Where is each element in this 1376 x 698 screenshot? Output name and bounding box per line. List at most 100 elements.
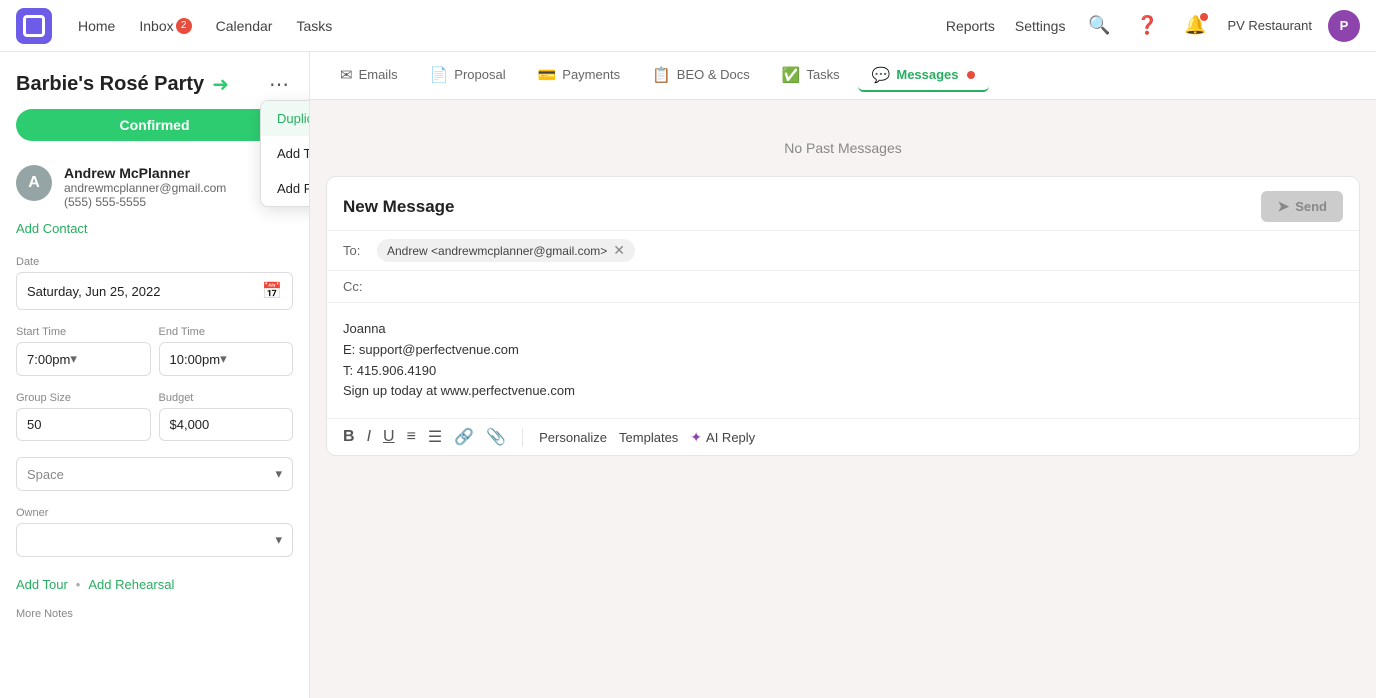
nav-links: Home Inbox2 Calendar Tasks [76,14,334,38]
tab-messages[interactable]: 💬 Messages [858,60,989,92]
compose-box: New Message ➤ Send To: Andrew <andrewmcp… [326,176,1360,456]
link-icon[interactable]: 🔗 [454,427,474,447]
nav-inbox[interactable]: Inbox2 [137,14,193,38]
search-icon: 🔍 [1088,15,1110,36]
search-button[interactable]: 🔍 [1083,10,1115,42]
layout: Barbie's Rosé Party ➜ ⋯ Duplicate Event … [0,52,1376,698]
add-tour-menu-item[interactable]: Add Tour [261,136,310,171]
tab-beo-docs[interactable]: 📋 BEO & Docs [638,60,764,92]
compose-to-row: To: Andrew <andrewmcplanner@gmail.com> ✕ [327,230,1359,270]
ai-reply-button[interactable]: ✦ AI Reply [690,429,755,446]
email-icon: ✉ [340,66,353,84]
space-field-group: Space ▾ [0,449,309,499]
personalize-button[interactable]: Personalize [539,430,607,445]
send-icon: ➤ [1277,198,1289,215]
nav-tasks[interactable]: Tasks [294,14,334,38]
remove-recipient-icon[interactable]: ✕ [613,242,625,259]
context-menu: Duplicate Event Add Tour Add Rehearsal [260,100,310,207]
tab-proposal[interactable]: 📄 Proposal [416,60,520,92]
help-button[interactable]: ❓ [1131,10,1163,42]
tab-bar: ✉ Emails 📄 Proposal 💳 Payments 📋 BEO & D… [310,52,1376,100]
templates-button[interactable]: Templates [619,430,678,445]
start-time-label: Start Time [16,326,151,338]
budget-col: Budget $4,000 [159,392,294,441]
recipient-email: Andrew <andrewmcplanner@gmail.com> [387,244,607,258]
body-line-3: T: 415.906.4190 [343,361,1343,382]
recipient-tag: Andrew <andrewmcplanner@gmail.com> ✕ [377,239,635,262]
compose-header: New Message ➤ Send [327,177,1359,230]
group-size-input[interactable]: 50 [16,408,151,441]
contact-email: andrewmcplanner@gmail.com [64,181,226,195]
body-line-2: E: support@perfectvenue.com [343,340,1343,361]
attachment-icon[interactable]: 📎 [486,427,506,447]
more-options-button[interactable]: ⋯ [265,68,293,101]
top-nav: Home Inbox2 Calendar Tasks Reports Setti… [0,0,1376,52]
restaurant-name[interactable]: PV Restaurant [1227,18,1312,33]
help-icon: ❓ [1136,15,1158,36]
payments-icon: 💳 [538,66,557,84]
confirmed-button[interactable]: Confirmed [16,109,293,141]
sidebar: Barbie's Rosé Party ➜ ⋯ Duplicate Event … [0,52,310,698]
start-time-chevron-down-icon: ▾ [70,351,77,367]
ai-icon: ✦ [690,429,702,446]
tasks-icon: ✅ [782,66,801,84]
compose-body[interactable]: Joanna E: support@perfectvenue.com T: 41… [327,302,1359,418]
arrow-icon: ➜ [212,72,229,97]
calendar-icon: 📅 [262,281,282,301]
nav-home[interactable]: Home [76,14,117,38]
add-tour-button[interactable]: Add Tour [16,577,68,592]
body-line-1: Joanna [343,319,1343,340]
tab-emails[interactable]: ✉ Emails [326,60,412,92]
messages-content: No Past Messages New Message ➤ Send To: … [310,100,1376,698]
add-rehearsal-button[interactable]: Add Rehearsal [88,577,174,592]
main-area: ✉ Emails 📄 Proposal 💳 Payments 📋 BEO & D… [310,52,1376,698]
nav-calendar[interactable]: Calendar [214,14,275,38]
size-budget-row: Group Size 50 Budget $4,000 [0,384,309,449]
add-contact-button[interactable]: Add Contact [0,217,309,248]
contact-phone: (555) 555-5555 [64,195,226,209]
nav-right: Reports Settings 🔍 ❓ 🔔 PV Restaurant P [944,10,1360,42]
bold-icon[interactable]: B [343,428,355,446]
owner-label: Owner [16,507,293,519]
unordered-list-icon[interactable]: ☰ [428,427,442,447]
date-input[interactable]: Saturday, Jun 25, 2022 📅 [16,272,293,310]
more-notes-label: More Notes [0,596,309,624]
underline-icon[interactable]: U [383,428,395,446]
messages-notification-dot [967,71,975,79]
messages-icon: 💬 [872,66,891,84]
start-time-input[interactable]: 7:00pm ▾ [16,342,151,376]
to-label: To: [343,243,367,258]
notifications-button[interactable]: 🔔 [1179,10,1211,42]
owner-field-group: Owner ▾ [0,499,309,565]
compose-cc-row: Cc: [327,270,1359,302]
toolbar-separator [522,428,523,446]
owner-dropdown[interactable]: ▾ [16,523,293,557]
group-size-col: Group Size 50 [16,392,151,441]
add-rehearsal-menu-item[interactable]: Add Rehearsal [261,171,310,206]
tab-tasks[interactable]: ✅ Tasks [768,60,854,92]
compose-toolbar: B I U ≡ ☰ 🔗 📎 Personalize Templates ✦ AI… [327,418,1359,455]
owner-chevron-down-icon: ▾ [275,532,282,548]
send-button[interactable]: ➤ Send [1261,191,1343,222]
end-time-input[interactable]: 10:00pm ▾ [159,342,294,376]
budget-input[interactable]: $4,000 [159,408,294,441]
ordered-list-icon[interactable]: ≡ [407,428,416,446]
nav-settings[interactable]: Settings [1013,14,1068,38]
time-field-row: Start Time 7:00pm ▾ End Time 10:00pm ▾ [0,318,309,384]
italic-icon[interactable]: I [367,428,371,446]
tab-payments[interactable]: 💳 Payments [524,60,635,92]
contact-avatar: A [16,165,52,201]
no-past-messages-label: No Past Messages [326,116,1360,164]
cc-label: Cc: [343,279,367,294]
group-size-label: Group Size [16,392,151,404]
event-title: Barbie's Rosé Party [16,73,204,96]
space-dropdown[interactable]: Space ▾ [16,457,293,491]
space-chevron-down-icon: ▾ [275,466,282,482]
end-time-label: End Time [159,326,294,338]
user-avatar[interactable]: P [1328,10,1360,42]
date-label: Date [16,256,293,268]
duplicate-event-menu-item[interactable]: Duplicate Event [261,101,310,136]
end-time-col: End Time 10:00pm ▾ [159,326,294,376]
budget-label: Budget [159,392,294,404]
nav-reports[interactable]: Reports [944,14,997,38]
